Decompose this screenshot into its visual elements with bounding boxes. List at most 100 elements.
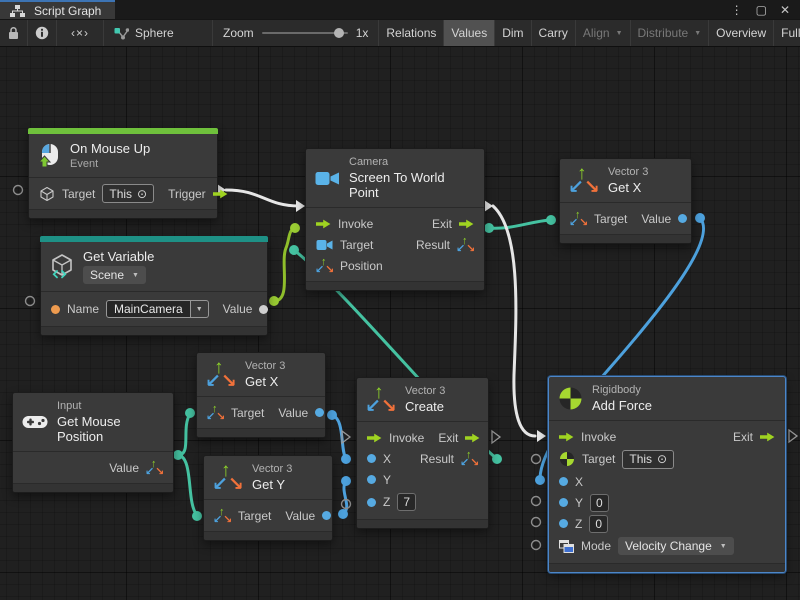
object-picker-icon[interactable]: ⊙	[657, 453, 667, 465]
zoom-slider-thumb[interactable]	[334, 28, 344, 38]
camera-icon	[316, 239, 333, 251]
y-port[interactable]	[367, 475, 376, 484]
port-label-value: Value	[223, 302, 253, 316]
node-title: Create	[405, 399, 445, 414]
node-title: Get Mouse Position	[57, 414, 161, 444]
y-value-field[interactable]: 0	[590, 494, 609, 512]
node-vector3-get-x-top[interactable]: ↑↙↘ Vector 3 Get X ↑↙↘ Target Value	[559, 158, 692, 244]
port-label-x: X	[575, 475, 583, 489]
value-port[interactable]	[315, 408, 324, 417]
target-object-field[interactable]: This ⊙	[102, 184, 154, 203]
green-arrow-icon[interactable]	[459, 219, 474, 229]
port-label-x: X	[383, 452, 391, 466]
chevron-down-icon[interactable]: ▼	[191, 300, 209, 318]
green-arrow-icon[interactable]	[465, 433, 480, 443]
breadcrumb[interactable]: Sphere	[104, 20, 213, 46]
script-graph-tab[interactable]: Script Graph	[0, 0, 115, 19]
green-arrow-icon[interactable]	[367, 433, 382, 443]
vector3-icon: ↑↙↘	[569, 167, 599, 195]
vector3-icon: ↑↙↘	[213, 464, 243, 492]
zoom-slider[interactable]	[262, 32, 348, 34]
variable-scope-dropdown[interactable]: Scene ▼	[83, 266, 146, 284]
relations-button[interactable]: Relations	[379, 20, 444, 46]
maximize-button[interactable]: ▢	[756, 4, 767, 16]
green-arrow-icon[interactable]	[316, 219, 331, 229]
node-category: Vector 3	[252, 463, 292, 475]
green-arrow-icon[interactable]	[559, 432, 574, 442]
object-picker-icon[interactable]: ⊙	[137, 188, 147, 200]
port-label-invoke: Invoke	[389, 431, 424, 445]
port-label-exit: Exit	[438, 431, 458, 445]
name-port[interactable]	[51, 305, 60, 314]
zoom-label: Zoom	[223, 26, 254, 40]
green-arrow-icon[interactable]	[213, 189, 228, 199]
force-mode-dropdown[interactable]: Velocity Change ▼	[618, 537, 734, 555]
port-label-name: Name	[67, 302, 99, 316]
info-button[interactable]	[28, 20, 57, 46]
chevron-down-icon: ▼	[694, 30, 701, 37]
x-port[interactable]	[367, 454, 376, 463]
lock-button[interactable]	[0, 20, 28, 46]
values-button[interactable]: Values	[444, 20, 495, 46]
z-port[interactable]	[559, 519, 568, 528]
overview-button[interactable]: Overview	[709, 20, 774, 46]
z-port[interactable]	[367, 498, 376, 507]
node-subtitle: Event	[70, 158, 150, 170]
variable-name-field[interactable]: MainCamera ▼	[106, 300, 209, 318]
y-port[interactable]	[559, 498, 568, 507]
distribute-button[interactable]: Distribute▼	[631, 20, 710, 46]
vector3-icon[interactable]: ↑↙↘	[146, 460, 163, 476]
node-footer	[204, 531, 332, 540]
node-rigidbody-add-force[interactable]: Rigidbody Add Force Invoke Exit Target T…	[548, 376, 786, 573]
rigidbody-icon	[558, 386, 583, 411]
tab-bar-spacer	[115, 0, 720, 19]
kebab-menu-icon[interactable]: ⋮	[731, 4, 743, 16]
carry-button[interactable]: Carry	[532, 20, 576, 46]
value-port[interactable]	[322, 511, 331, 520]
value-port[interactable]	[259, 305, 268, 314]
breadcrumb-label: Sphere	[135, 26, 174, 40]
node-vector3-create[interactable]: ↑↙↘ Vector 3 Create Invoke Exit X Result…	[356, 377, 489, 529]
vector3-icon: ↑↙↘	[366, 386, 396, 414]
chevron-down-icon: ▼	[132, 272, 139, 279]
port-label-y: Y	[575, 496, 583, 510]
chevron-down-icon: ▼	[616, 30, 623, 37]
code-view-button[interactable]: ‹×›	[57, 20, 104, 46]
vector3-icon[interactable]: ↑↙↘	[316, 258, 333, 274]
vector3-icon[interactable]: ↑↙↘	[461, 451, 478, 467]
port-label-value: Value	[278, 406, 308, 420]
port-label-target: Target	[582, 452, 615, 466]
vector3-icon[interactable]: ↑↙↘	[457, 237, 474, 253]
target-object-field[interactable]: This ⊙	[622, 450, 674, 469]
vector3-icon: ↑↙↘	[206, 361, 236, 389]
window-tab-bar: Script Graph ⋮ ▢ ✕	[0, 0, 800, 19]
node-on-mouse-up[interactable]: On Mouse Up Event Target This ⊙ Trigger	[28, 128, 218, 219]
port-label-target: Target	[238, 509, 271, 523]
node-get-mouse-position[interactable]: Input Get Mouse Position Value ↑↙↘	[12, 392, 174, 493]
node-screen-to-world-point[interactable]: Camera Screen To World Point Invoke Exit…	[305, 148, 485, 291]
vector3-icon[interactable]: ↑↙↘	[214, 508, 231, 524]
port-label-mode: Mode	[581, 539, 611, 553]
port-label-exit: Exit	[733, 430, 753, 444]
vector3-icon[interactable]: ↑↙↘	[570, 211, 587, 227]
port-label-position: Position	[340, 259, 383, 273]
dim-button[interactable]: Dim	[495, 20, 531, 46]
align-button[interactable]: Align▼	[576, 20, 631, 46]
node-footer	[357, 519, 488, 528]
z-value-field[interactable]: 7	[397, 493, 416, 511]
x-port[interactable]	[559, 477, 568, 486]
node-category: Input	[57, 400, 161, 412]
vector3-icon[interactable]: ↑↙↘	[207, 405, 224, 421]
green-arrow-icon[interactable]	[760, 432, 775, 442]
value-port[interactable]	[678, 214, 687, 223]
port-label-trigger: Trigger	[168, 187, 206, 201]
full-screen-button[interactable]: Full Screen	[774, 20, 800, 46]
node-vector3-get-y[interactable]: ↑↙↘ Vector 3 Get Y ↑↙↘ Target Value	[203, 455, 333, 541]
node-title: Get Y	[252, 477, 292, 492]
node-get-variable[interactable]: Get Variable Scene ▼ Name MainCamera ▼ V…	[40, 236, 268, 336]
unity-variable-icon	[50, 254, 74, 279]
node-category: Vector 3	[608, 166, 648, 178]
node-vector3-get-x[interactable]: ↑↙↘ Vector 3 Get X ↑↙↘ Target Value	[196, 352, 326, 438]
z-value-field[interactable]: 0	[589, 515, 608, 533]
close-button[interactable]: ✕	[780, 4, 790, 16]
